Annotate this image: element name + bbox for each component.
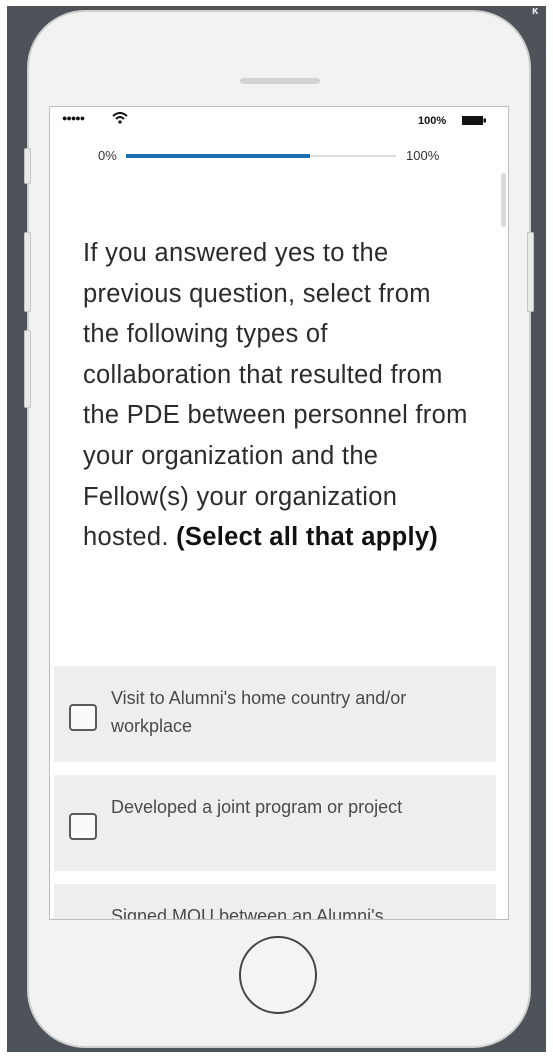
- question-instruction: (Select all that apply): [176, 523, 439, 552]
- status-bar: ●●●●● 100%: [50, 107, 508, 133]
- question-body: If you answered yes to the previous ques…: [83, 239, 468, 552]
- option-label: Visit to Alumni's home country and/or wo…: [111, 688, 407, 736]
- progress-fill: [126, 154, 310, 158]
- side-button-volume-up: [24, 232, 31, 312]
- signal-strength: ●●●●●: [62, 113, 85, 123]
- checkbox-option[interactable]: Developed a joint program or project: [54, 775, 496, 871]
- side-button-mute: [24, 148, 31, 184]
- checkbox-icon[interactable]: [69, 704, 97, 731]
- checkbox-option[interactable]: Visit to Alumni's home country and/or wo…: [54, 666, 496, 762]
- option-label: Developed a joint program or project: [111, 797, 403, 817]
- progress-indicator: 0% 100%: [50, 145, 508, 167]
- phone-screen: ●●●●● 100% 0% 100% If you answered yes t…: [49, 106, 509, 920]
- option-label: Signed MOU between an Alumni's: [111, 906, 384, 920]
- phone-speaker: [240, 78, 320, 84]
- home-button-icon[interactable]: [239, 936, 317, 1014]
- question-text: If you answered yes to the previous ques…: [83, 233, 473, 558]
- checkbox-option[interactable]: Signed MOU between an Alumni's: [54, 884, 496, 920]
- progress-track: [126, 154, 396, 158]
- checkbox-icon[interactable]: [69, 813, 97, 840]
- wifi-icon: [112, 112, 128, 124]
- side-button-volume-down: [24, 330, 31, 408]
- corner-mark-icon: ĸ: [532, 5, 539, 17]
- battery-icon: [462, 116, 486, 125]
- scrollbar-thumb[interactable]: [501, 173, 506, 227]
- progress-max-label: 100%: [406, 148, 440, 163]
- side-button-power: [527, 232, 534, 312]
- progress-min-label: 0%: [98, 148, 117, 163]
- battery-percentage: 100%: [418, 115, 447, 127]
